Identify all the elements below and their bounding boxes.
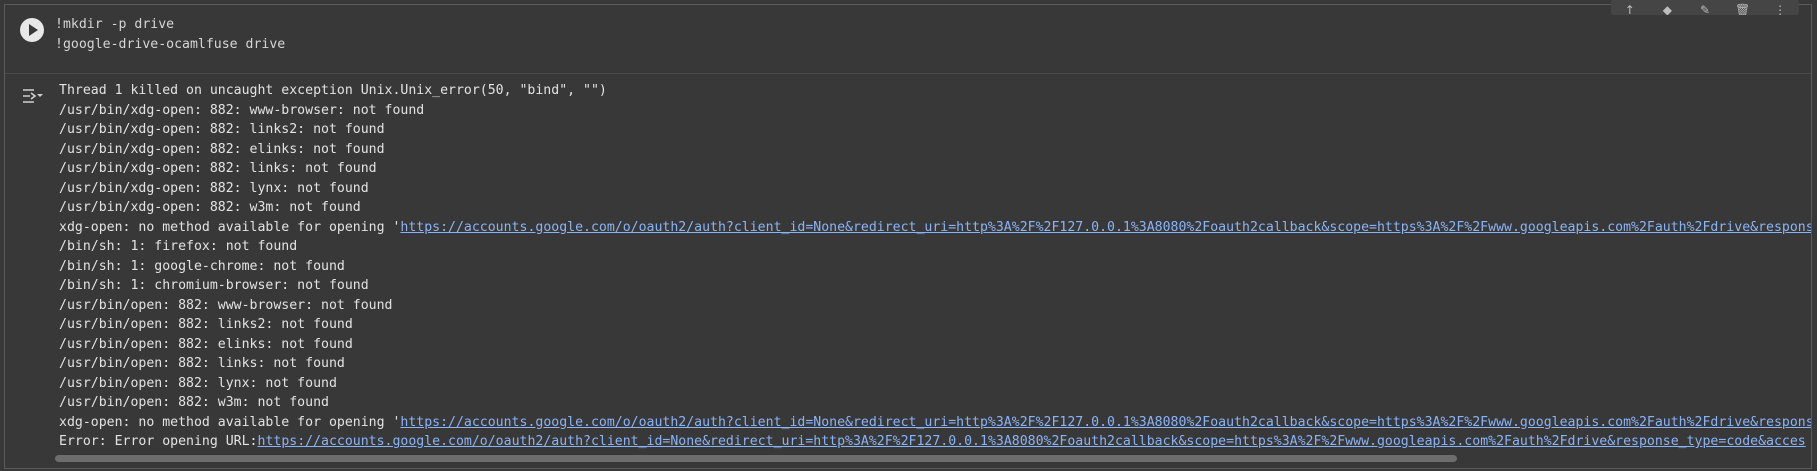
output-text: /bin/sh: 1: firefox: not found: [59, 239, 298, 254]
output-text: xdg-open: no method available for openin…: [59, 219, 401, 235]
output-text: xdg-open: no method available for openin…: [59, 414, 401, 430]
output-text: /usr/bin/open: 882: links: not found: [59, 356, 345, 371]
output-line: /usr/bin/open: 882: w3m: not found: [59, 393, 1811, 413]
output-line: /usr/bin/open: 882: www-browser: not fou…: [59, 296, 1811, 316]
notebook-page: ↑ ◆ ✎ 🗑 ⋮ !mkdir -p drive !google-drive-…: [0, 0, 1817, 471]
oauth-link[interactable]: https://accounts.google.com/o/oauth2/aut…: [400, 415, 1811, 430]
output-line: Error: Error opening URL:https://account…: [59, 432, 1811, 451]
cell-output: Thread 1 killed on uncaught exception Un…: [59, 81, 1811, 451]
output-text: /usr/bin/xdg-open: 882: lynx: not found: [59, 180, 369, 196]
output-line: /usr/bin/open: 882: links2: not found: [59, 315, 1811, 335]
output-text: /usr/bin/open: 882: lynx: not found: [59, 375, 337, 391]
output-text: /usr/bin/xdg-open: 882: links: not found: [59, 161, 377, 176]
output-text: /usr/bin/xdg-open: 882: w3m: not found: [59, 200, 361, 215]
output-line: /bin/sh: 1: firefox: not found: [59, 237, 1811, 257]
horizontal-scrollbar[interactable]: [55, 454, 1811, 464]
output-text: /usr/bin/xdg-open: 882: links2: not foun…: [59, 122, 385, 137]
code-line[interactable]: !google-drive-ocamlfuse drive: [55, 35, 1811, 55]
code-line[interactable]: !mkdir -p drive: [55, 15, 1811, 35]
code-editor[interactable]: !mkdir -p drive !google-drive-ocamlfuse …: [55, 15, 1811, 67]
scrollbar-thumb[interactable]: [55, 455, 1457, 462]
output-text: /usr/bin/open: 882: www-browser: not fou…: [59, 297, 393, 313]
output-text: /usr/bin/open: 882: links2: not found: [59, 317, 353, 332]
output-line: /usr/bin/open: 882: links: not found: [59, 354, 1811, 374]
output-text: /usr/bin/xdg-open: 882: www-browser: not…: [59, 102, 425, 118]
output-text: /bin/sh: 1: chromium-browser: not found: [59, 278, 369, 293]
output-text: /usr/bin/open: 882: w3m: not found: [59, 395, 329, 410]
output-text: Thread 1 killed on uncaught exception Un…: [59, 83, 607, 98]
output-line: /usr/bin/xdg-open: 882: w3m: not found: [59, 198, 1811, 218]
run-cell-button[interactable]: [20, 18, 44, 42]
output-line: /usr/bin/xdg-open: 882: www-browser: not…: [59, 101, 1811, 121]
oauth-link[interactable]: https://accounts.google.com/o/oauth2/aut…: [400, 220, 1811, 235]
output-actions-icon[interactable]: [21, 87, 43, 105]
oauth-link[interactable]: https://accounts.google.com/o/oauth2/aut…: [258, 434, 1806, 449]
output-text: /bin/sh: 1: google-chrome: not found: [59, 258, 345, 274]
output-line: /usr/bin/xdg-open: 882: links: not found: [59, 159, 1811, 179]
output-line: /usr/bin/xdg-open: 882: links2: not foun…: [59, 120, 1811, 140]
code-cell[interactable]: ↑ ◆ ✎ 🗑 ⋮ !mkdir -p drive !google-drive-…: [4, 0, 1812, 469]
output-line: /bin/sh: 1: google-chrome: not found: [59, 257, 1811, 277]
output-line: /bin/sh: 1: chromium-browser: not found: [59, 276, 1811, 296]
output-line: xdg-open: no method available for openin…: [59, 413, 1811, 433]
output-text: Error: Error opening URL:: [59, 434, 258, 449]
output-text: /usr/bin/xdg-open: 882: elinks: not foun…: [59, 141, 385, 157]
output-line: /usr/bin/open: 882: elinks: not found: [59, 335, 1811, 355]
output-text: /usr/bin/open: 882: elinks: not found: [59, 336, 353, 352]
output-line: xdg-open: no method available for openin…: [59, 218, 1811, 238]
output-line: /usr/bin/xdg-open: 882: lynx: not found: [59, 179, 1811, 199]
output-divider: [5, 73, 1811, 74]
output-line: /usr/bin/open: 882: lynx: not found: [59, 374, 1811, 394]
output-line: /usr/bin/xdg-open: 882: elinks: not foun…: [59, 140, 1811, 160]
output-line: Thread 1 killed on uncaught exception Un…: [59, 81, 1811, 101]
